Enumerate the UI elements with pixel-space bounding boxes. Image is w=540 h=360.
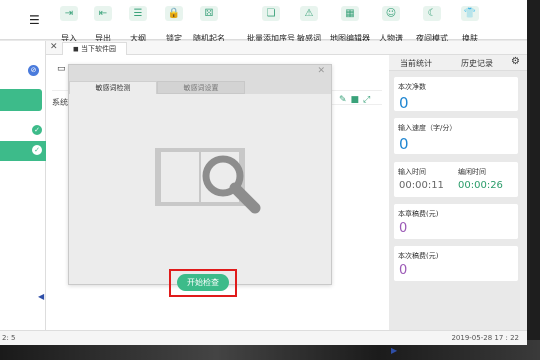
person-icon: ☺ [382,6,400,21]
stat-label: 本次稿费(元) [398,252,439,260]
start-check-button[interactable]: 开始检查 [177,274,229,291]
stat-chapter-fee: 本章稿费(元) 0 [394,204,518,239]
tab-sensitive-word-check[interactable]: 敏感词检测 [69,81,157,94]
sensitive-word-dialog: ✕ 敏感词检测 敏感词设置 开始检查 [68,64,332,297]
stat-times: 输入时间 编闲时间 00:00:11 00:00:26 [394,162,518,197]
stat-label: 本章稿费(元) [398,210,439,218]
stats-panel: 当前统计 历史记录 ⚙ 本次净数 0 输入速度（字/分） 0 输入时间 编闲时间… [389,55,527,330]
status-bar: 2: 5 2019-05-28 17 : 22 [0,330,527,345]
left-sidebar: ⊘ ✓ ✓ ◀ [0,41,46,330]
stat-value: 00:00:26 [458,180,503,191]
toolbar-button-5[interactable]: ❏ 批量添加序号 [246,6,296,44]
dialog-close-icon[interactable]: ✕ [317,66,325,76]
toolbar-button-10[interactable]: 👕 换肤 [453,6,487,44]
cursor-position: 2: 5 [2,334,16,342]
edit-icon[interactable]: ⊘ [28,65,39,76]
stat-label: 输入时间 [398,168,426,176]
stat-label: 本次净数 [398,83,426,91]
tab-sensitive-word-settings[interactable]: 敏感词设置 [157,81,245,94]
random-name-icon: ⚄ [200,6,218,21]
stat-label: 编闲时间 [458,168,486,176]
toolbar-button-8[interactable]: ☺ 人物谱 [374,6,408,44]
check-icon: ✓ [32,145,42,155]
toolbar-button-0[interactable]: ⇥ 导入 [52,6,86,44]
menu-icon[interactable]: ☰ [29,13,40,27]
export-icon: ⇤ [94,6,112,21]
warning-icon: ⚠ [300,6,318,21]
toolbar-button-6[interactable]: ⚠ 敏感词 [292,6,326,44]
map-icon: ▦ [341,6,359,21]
outline-icon: ☰ [129,6,147,21]
check-icon: ✓ [32,125,42,135]
stat-label: 输入速度（字/分） [398,124,457,132]
editor-text: 系统 [52,98,68,107]
toolbar-button-1[interactable]: ⇤ 导出 [86,6,120,44]
toolbar-button-7[interactable]: ▦ 地图编辑器 [330,6,370,44]
stat-this-count: 本次净数 0 [394,77,518,112]
tab-history[interactable]: 历史记录 [461,58,493,69]
collapse-left-icon[interactable]: ◀ [38,292,44,301]
stat-this-fee: 本次稿费(元) 0 [394,246,518,281]
document-search-icon [155,148,261,214]
stat-value: 0 [399,94,409,112]
toolbar-button-3[interactable]: 🔒 锁定 [157,6,191,44]
stat-speed: 输入速度（字/分） 0 [394,118,518,154]
app-window: ☰ ⇥ 导入 ⇤ 导出 ☰ 大纲 🔒 锁定 ⚄ 随机起名 ❏ 批量添加序号 ⚠ 敏感词 ▦ 地图编辑器 ☺ 人物谱… [0,0,527,355]
toolbar-button-2[interactable]: ☰ 大纲 [121,6,155,44]
shirt-icon: 👕 [461,6,479,21]
stat-value: 0 [399,263,408,278]
dialog-body: 开始检查 [69,94,331,297]
stat-value: 0 [399,221,408,236]
stat-value: 00:00:11 [399,180,444,191]
sidebar-green-button[interactable] [0,89,42,111]
toolbar-button-4[interactable]: ⚄ 随机起名 [192,6,226,44]
moon-icon: ☾ [423,6,441,21]
tab-close-icon[interactable]: ✕ [50,42,58,52]
sidebar-item[interactable]: ✓ [0,121,46,141]
lock-icon: 🔒 [165,6,183,21]
stats-tabs: 当前统计 历史记录 ⚙ [389,55,527,71]
status-datetime: 2019-05-28 17 : 22 [451,334,519,342]
document-tab[interactable]: ◼ 当下软件园 [62,42,128,55]
stat-value: 0 [399,135,409,153]
editor-tool-icons[interactable]: ✎■⤢ [339,95,374,105]
sidebar-item-active[interactable]: ✓ [0,141,46,161]
gear-icon[interactable]: ⚙ [511,56,520,67]
toolbar-button-9[interactable]: ☾ 夜间模式 [413,6,451,44]
document-tab-bar: ✕ ◼ 当下软件园 [46,41,527,55]
import-icon: ⇥ [60,6,78,21]
collapse-right-icon[interactable]: ▶ [391,346,397,355]
tab-current-stats[interactable]: 当前统计 [400,58,432,69]
toolbar: ☰ ⇥ 导入 ⇤ 导出 ☰ 大纲 🔒 锁定 ⚄ 随机起名 ❏ 批量添加序号 ⚠ 敏感词 ▦ 地图编辑器 ☺ 人物谱… [0,0,527,43]
batch-number-icon: ❏ [262,6,280,21]
folder-icon[interactable]: ▭ [57,64,66,74]
